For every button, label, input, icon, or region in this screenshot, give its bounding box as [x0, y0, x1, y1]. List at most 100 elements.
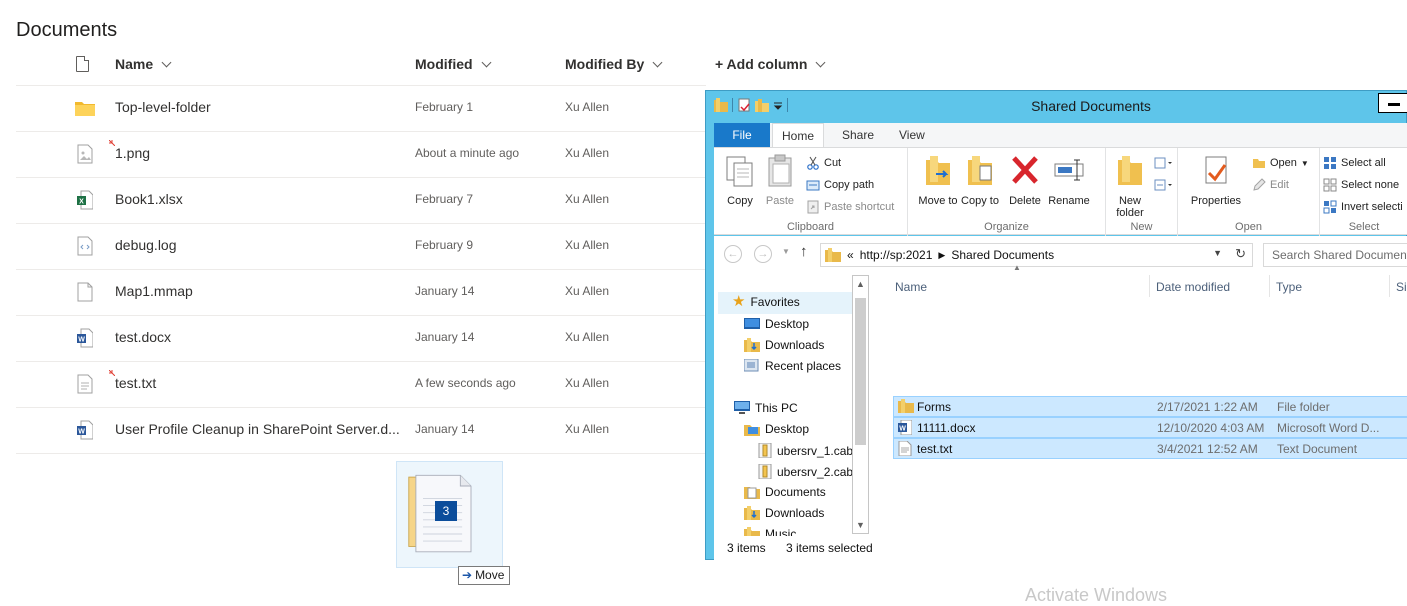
open-group: Properties Open ▼ Edit Open [1178, 148, 1320, 236]
list-item[interactable]: Map1.mmap January 14 Xu Allen [16, 269, 706, 315]
back-button[interactable]: ← [724, 245, 742, 263]
text-file-icon [77, 374, 93, 394]
file-name[interactable]: Map1.mmap [115, 283, 193, 299]
tab-share[interactable]: Share [842, 123, 874, 147]
nav-item-this-pc[interactable]: This PC [734, 401, 798, 415]
file-name[interactable]: test.txt [115, 375, 156, 391]
refresh-icon[interactable]: ↻ [1235, 246, 1246, 262]
nav-item-desktop[interactable]: Desktop [744, 317, 809, 331]
list-item[interactable]: Top-level-folder February 1 Xu Allen [16, 85, 706, 131]
file-name[interactable]: User Profile Cleanup in SharePoint Serve… [115, 421, 400, 437]
copy-to-icon [968, 156, 992, 185]
copy-path-button[interactable]: Copy path [806, 178, 874, 192]
modified-by[interactable]: Xu Allen [565, 284, 609, 298]
select-all-button[interactable]: Select all [1323, 156, 1386, 170]
nav-item-documents[interactable]: Documents [744, 485, 826, 499]
file-name[interactable]: Top-level-folder [115, 99, 211, 115]
easy-access-dropdown-icon[interactable] [1154, 178, 1174, 192]
list-item[interactable]: W test.docx January 14 Xu Allen [16, 315, 706, 361]
file-name[interactable]: debug.log [115, 237, 177, 253]
address-bar[interactable]: « http://sp:2021 ▶ Shared Documents ▼ ↻ [820, 243, 1253, 267]
nav-item-downloads[interactable]: Downloads [744, 506, 824, 520]
edit-button[interactable]: Edit [1252, 178, 1289, 192]
list-item[interactable]: 1.png About a minute ago Xu Allen [16, 131, 706, 177]
desktop-icon [744, 317, 760, 329]
cut-button[interactable]: Cut [806, 156, 841, 170]
properties-button[interactable]: Properties [1188, 154, 1244, 207]
list-item[interactable]: test.txt A few seconds ago Xu Allen [16, 361, 706, 407]
file-row[interactable]: test.txt 3/4/2021 12:52 AM Text Document [893, 438, 1407, 459]
add-column-button[interactable]: + Add column [715, 56, 826, 72]
tab-view[interactable]: View [899, 123, 925, 147]
list-item[interactable]: debug.log February 9 Xu Allen [16, 223, 706, 269]
column-header-name[interactable]: Name [895, 278, 927, 302]
minimize-button[interactable] [1378, 93, 1407, 113]
address-overflow[interactable]: « [847, 248, 854, 262]
nav-item-cab-file[interactable]: ubersrv_1.cab [758, 443, 853, 458]
image-file-icon [77, 144, 93, 164]
file-name[interactable]: 1.png [115, 145, 150, 161]
search-input[interactable]: Search Shared Documents [1263, 243, 1407, 267]
recent-locations-chevron-icon[interactable]: ▼ [782, 247, 790, 256]
copy-button[interactable]: Copy [722, 154, 758, 207]
nav-item-downloads[interactable]: Downloads [744, 338, 824, 352]
modified-by[interactable]: Xu Allen [565, 238, 609, 252]
arrow-right-icon: ➔ [462, 568, 473, 582]
modified-by[interactable]: Xu Allen [565, 330, 609, 344]
modified-by[interactable]: Xu Allen [565, 146, 609, 160]
column-header-size[interactable]: Size [1396, 278, 1407, 302]
file-type-column-icon[interactable] [76, 56, 89, 72]
column-header-date-modified[interactable]: Date modified [1156, 278, 1230, 302]
modified-date: February 9 [415, 238, 474, 252]
nav-item-recent-places[interactable]: Recent places [744, 359, 841, 373]
modified-by[interactable]: Xu Allen [565, 376, 609, 390]
column-header-modified-by[interactable]: Modified By [565, 56, 663, 72]
scroll-down-icon[interactable]: ▼ [853, 517, 868, 533]
modified-by[interactable]: Xu Allen [565, 192, 609, 206]
select-none-button[interactable]: Select none [1323, 178, 1399, 192]
open-button[interactable]: Open ▼ [1252, 156, 1309, 170]
file-row[interactable]: Forms 2/17/2021 1:22 AM File folder [893, 396, 1407, 417]
paste-shortcut-icon [807, 200, 819, 214]
nav-scrollbar[interactable]: ▲ ▼ [852, 275, 869, 534]
column-separator[interactable] [1389, 275, 1390, 297]
breadcrumb-current[interactable]: Shared Documents [951, 248, 1054, 262]
breadcrumb-separator-icon[interactable]: ▶ [938, 250, 945, 261]
paste-button[interactable]: Paste [762, 154, 798, 207]
tab-file[interactable]: File [714, 123, 770, 147]
paste-shortcut-button[interactable]: Paste shortcut [806, 200, 894, 214]
up-arrow-icon[interactable]: ↑ [800, 243, 808, 260]
forward-button[interactable]: → [754, 245, 772, 263]
list-item[interactable]: X Book1.xlsx February 7 Xu Allen [16, 177, 706, 223]
file-name[interactable]: test.docx [115, 329, 171, 345]
scrollbar-thumb[interactable] [855, 298, 866, 445]
svg-text:X: X [79, 199, 84, 206]
new-item-dropdown-icon[interactable] [1154, 156, 1174, 170]
column-separator[interactable] [1149, 275, 1150, 297]
new-folder-button[interactable]: New folder [1108, 154, 1152, 219]
explorer-titlebar[interactable]: Shared Documents [706, 91, 1407, 121]
breadcrumb-root[interactable]: http://sp:2021 [860, 248, 933, 262]
copy-to-button[interactable]: Copy to [960, 154, 1000, 207]
modified-by[interactable]: Xu Allen [565, 422, 609, 436]
nav-item-cab-file[interactable]: ubersrv_2.cab [758, 464, 853, 479]
nav-item-desktop[interactable]: Desktop [744, 422, 809, 436]
modified-by[interactable]: Xu Allen [565, 100, 609, 114]
rename-button[interactable]: Rename [1046, 154, 1092, 207]
tab-home[interactable]: Home [772, 123, 824, 147]
file-row[interactable]: W 11111.docx 12/10/2020 4:03 AM Microsof… [893, 417, 1407, 438]
address-dropdown-icon[interactable]: ▼ [1213, 248, 1222, 258]
desktop-folder-icon [744, 424, 760, 436]
list-item[interactable]: W User Profile Cleanup in SharePoint Ser… [16, 407, 706, 453]
sort-ascending-icon: ▲ [1013, 263, 1021, 272]
column-header-name[interactable]: Name [115, 56, 172, 72]
move-to-button[interactable]: Move to [918, 154, 958, 207]
scroll-up-icon[interactable]: ▲ [853, 276, 868, 292]
column-header-type[interactable]: Type [1276, 278, 1302, 302]
nav-item-favorites[interactable]: ★ Favorites [732, 294, 800, 309]
delete-button[interactable]: Delete [1006, 154, 1044, 207]
invert-selection-button[interactable]: Invert selecti [1323, 200, 1403, 214]
column-header-modified[interactable]: Modified [415, 56, 491, 72]
file-name[interactable]: Book1.xlsx [115, 191, 183, 207]
column-separator[interactable] [1269, 275, 1270, 297]
